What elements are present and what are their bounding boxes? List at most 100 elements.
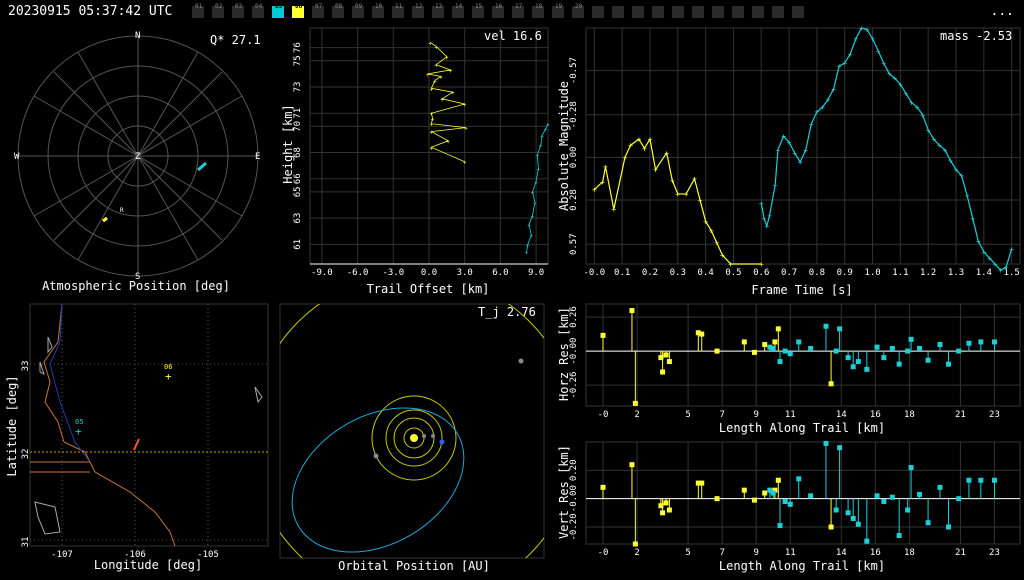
residual-point [823,323,829,329]
station-toggle-06[interactable]: 06 [292,3,304,18]
station-toggle-12[interactable]: 12 [412,3,424,18]
station-toggle-blank-27[interactable] [732,6,744,18]
data-point: + [433,78,437,85]
station-toggle-15[interactable]: 15 [472,3,484,18]
data-point: + [837,62,842,71]
residual-point [775,477,781,483]
station-toggle-07[interactable]: 07 [312,3,324,18]
station-toggle-13[interactable]: 13 [432,3,444,18]
residual-point [896,533,902,538]
data-point: + [703,217,708,226]
station-toggle-blank-20[interactable] [592,6,604,18]
station-toggle-02[interactable]: 02 [212,3,224,18]
x-tick-label: 0.3 [670,268,686,278]
station-toggle-05[interactable]: 05 [272,3,284,18]
data-point: + [535,153,539,160]
data-point: + [909,99,914,108]
sky-track-yellow [102,216,108,223]
residual-point [808,493,814,499]
data-point: + [445,55,449,62]
residual-point [845,355,851,361]
station-toggle-03[interactable]: 03 [232,3,244,18]
station-toggle-08[interactable]: 08 [332,3,344,18]
residual-point [699,480,705,486]
x-tick-label: 9 [753,410,758,420]
station-id: 16 [495,3,503,10]
residual-point [782,348,788,354]
lightcurve-panel: -0.0 0.1 0.2 0.3 0.4 0.5 0.6 0.7 0.8 0.9 1.0 1.1 1.2… [554,24,1024,298]
data-point: + [764,222,769,231]
station-toggle-04[interactable]: 04 [252,3,264,18]
station-toggle-blank-30[interactable] [792,6,804,18]
residual-point [663,352,669,358]
station-toggle-blank-29[interactable] [772,6,784,18]
station-toggle-11[interactable]: 11 [392,3,404,18]
data-point: + [430,145,434,152]
station-toggle-blank-26[interactable] [712,6,724,18]
residual-point [777,523,783,529]
lightcurve-ylabel: Absolute Magnitude [557,81,571,211]
data-point: + [642,144,647,153]
residual-point [600,332,606,338]
vert-res-frame [585,441,1021,545]
residual-point [828,524,834,530]
sky-panel: N S E W Z R Q* 27.1 Atmospheric Position… [0,26,276,298]
data-point: + [892,74,897,83]
sky-plot: N S E W Z R Q* 27.1 Atmospheric Position… [14,31,261,293]
residual-point [925,520,931,526]
x-tick-label: 18 [904,410,915,420]
data-point: + [926,126,931,135]
station-toggle-20[interactable]: 20 [572,3,584,18]
data-point: + [592,185,597,194]
residual-point [770,345,776,351]
sky-title: Atmospheric Position [deg] [42,279,230,293]
station-toggle-blank-28[interactable] [752,6,764,18]
station-toggle-blank-21[interactable] [612,6,624,18]
x-tick-label: 2 [634,548,639,558]
residual-point [762,490,768,496]
station-id: 08 [335,3,343,10]
residual-point [787,501,793,507]
station-toggle-14[interactable]: 14 [452,3,464,18]
station-toggle-09[interactable]: 09 [352,3,364,18]
horz-res-xlabel: Length Along Trail [km] [719,421,885,435]
station-toggle-blank-23[interactable] [652,6,664,18]
station-toggle-17[interactable]: 17 [512,3,524,18]
residual-point [828,381,834,387]
data-point: + [987,254,992,263]
horz-res-plot: -0 2 5 7 9 11 14 16 18 21 230.26-0.00-0.26 Length … [557,303,1021,435]
y-tick-label: 0.57 [569,233,579,255]
station-id: 17 [515,3,523,10]
residual-point [908,336,914,342]
data-point: + [781,132,786,141]
station-id: 10 [375,3,383,10]
x-tick-label: 1.4 [976,268,992,278]
data-point: + [887,70,892,79]
station-toggle-16[interactable]: 16 [492,3,504,18]
station-toggle-blank-24[interactable] [672,6,684,18]
station-toggle-blank-22[interactable] [632,6,644,18]
residual-point [937,342,943,348]
compass-north: N [135,31,140,41]
station-toggle-19[interactable]: 19 [552,3,564,18]
orbit-xlabel: Orbital Position [AU] [338,559,490,573]
data-point: + [876,47,881,56]
data-point: + [1004,263,1009,272]
residual-point [796,339,802,345]
station-toggle-18[interactable]: 18 [532,3,544,18]
residual-point [925,357,931,363]
x-tick-label: -0 [598,410,609,420]
state-border [43,303,176,547]
residual-point [917,491,923,497]
station-toggle-blank-25[interactable] [692,6,704,18]
station-toggle-01[interactable]: 01 [192,3,204,18]
menu-button[interactable]: ... [991,4,1014,19]
station-toggle-10[interactable]: 10 [372,3,384,18]
residual-point [714,496,720,502]
y-tick-label: 63 [293,213,303,224]
data-point: + [428,40,432,47]
residual-point [966,340,972,346]
station-id: 02 [215,3,223,10]
x-tick-label: 0.5 [725,268,741,278]
data-point: + [759,260,764,269]
